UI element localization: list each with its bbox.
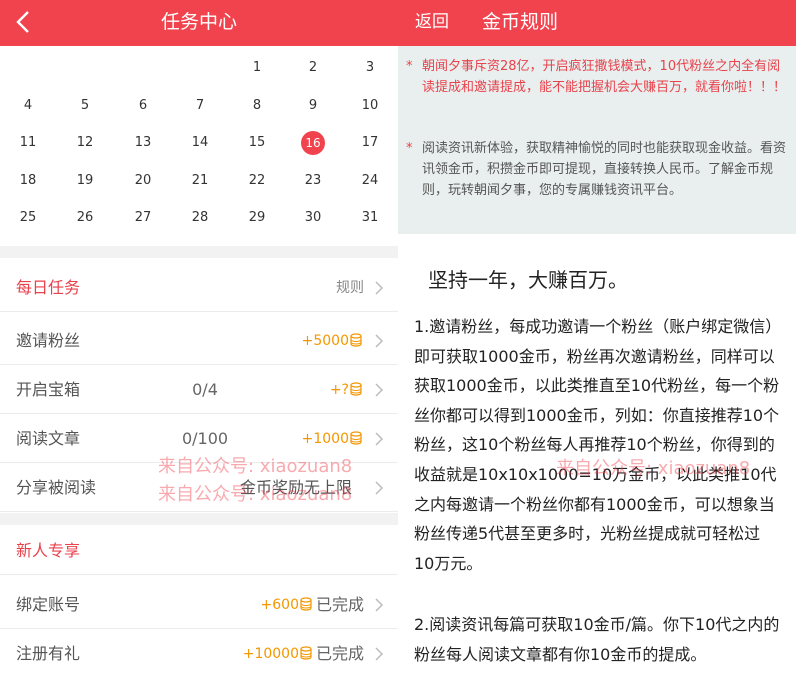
notice-text: 朝闻夕事斥资28亿，开启疯狂撒钱模式，10代粉丝之内全有阅读提成和邀请提成，能不… (422, 59, 787, 95)
calendar-day: 3 (365, 60, 375, 75)
calendar-day: 9 (308, 98, 318, 113)
chevron-right-icon (375, 334, 384, 348)
task-status: 已完成 (315, 644, 364, 663)
coin-stack-icon (350, 431, 362, 445)
calendar-day: 6 (138, 98, 148, 113)
chevron-right-icon (375, 281, 384, 295)
calendar-day: 18 (19, 173, 37, 188)
task-name: 绑定账号 (16, 595, 81, 614)
calendar-day: 7 (195, 98, 205, 113)
calendar-day-today: 16 (295, 130, 331, 156)
rule-paragraph: 2.阅读资讯每篇可获取10金币/篇。你下10代之内的粉丝每人阅读文章都有你10金… (414, 615, 780, 664)
calendar-day: 31 (361, 210, 379, 225)
newbie-tasks-header: 新人专享 (0, 527, 398, 575)
article-title: 坚持一年，大赚百万。 (428, 268, 628, 292)
notice-box: * 朝闻夕事斥资28亿，开启疯狂撒钱模式，10代粉丝之内全有阅读提成和邀请提成，… (398, 46, 796, 234)
task-row-open-chest[interactable]: 开启宝箱 0/4 +? (0, 366, 398, 414)
calendar-day: 20 (134, 173, 152, 188)
coin-rules-panel: 返回 金币规则 * 朝闻夕事斥资28亿，开启疯狂撒钱模式，10代粉丝之内全有阅读… (398, 0, 796, 676)
notice-bullet: * (406, 141, 413, 156)
rule-paragraph: 1.邀请粉丝，每成功邀请一个粉丝（账户绑定微信）即可获取1000金币，粉丝再次邀… (414, 317, 780, 573)
calendar-day: 27 (134, 210, 152, 225)
calendar-day: 25 (19, 210, 37, 225)
calendar-day: 17 (361, 135, 379, 150)
calendar-day: 15 (248, 135, 266, 150)
daily-tasks-header: 每日任务 规则 (0, 264, 398, 312)
calendar-day: 13 (134, 135, 152, 150)
calendar-day: 1 (252, 60, 262, 75)
daily-tasks-title: 每日任务 (16, 278, 81, 297)
newbie-tasks-title: 新人专享 (16, 541, 81, 560)
calendar-day: 14 (191, 135, 209, 150)
calendar-day: 26 (76, 210, 94, 225)
task-name: 阅读文章 (16, 429, 81, 448)
task-reward: +? (330, 366, 362, 414)
calendar-day: 23 (304, 173, 322, 188)
chevron-right-icon (375, 481, 384, 495)
calendar-day: 10 (361, 98, 379, 113)
task-progress: 0/4 (192, 380, 218, 399)
watermark: 来自公众号: xiaozuan8 (158, 484, 353, 505)
calendar-day: 19 (76, 173, 94, 188)
task-status: 已完成 (315, 595, 364, 614)
sign-in-calendar: 1 2 3 4 5 6 7 8 9 10 11 12 13 14 15 16 17 18 19 20 21 22 23 24 2… (0, 48, 398, 244)
calendar-day: 24 (361, 173, 379, 188)
chevron-right-icon (375, 383, 384, 397)
calendar-day: 12 (76, 135, 94, 150)
section-divider (0, 513, 398, 525)
calendar-day: 2 (308, 60, 318, 75)
calendar-day: 30 (304, 210, 322, 225)
task-reward: +5000 (302, 317, 362, 365)
back-button[interactable]: 返回 (415, 0, 449, 44)
task-name: 分享被阅读 (16, 478, 97, 497)
task-row-invite-fans[interactable]: 邀请粉丝 +5000 (0, 317, 398, 365)
task-row-bind-account[interactable]: 绑定账号 +600 已完成 (0, 581, 398, 629)
calendar-day: 8 (252, 98, 262, 113)
task-name: 邀请粉丝 (16, 331, 81, 350)
calendar-day: 11 (19, 135, 37, 150)
task-name: 注册有礼 (16, 644, 81, 663)
calendar-day: 22 (248, 173, 266, 188)
task-name: 开启宝箱 (16, 380, 81, 399)
chevron-right-icon (375, 432, 384, 446)
coin-stack-icon (300, 597, 312, 611)
coin-stack-icon (300, 646, 312, 660)
page-title: 任务中心 (160, 11, 237, 33)
task-center-panel: 任务中心 1 2 3 4 5 6 7 8 9 10 11 12 13 14 15 16 17 18 19 20 21 22… (0, 0, 398, 676)
section-divider (0, 246, 398, 258)
notice-bullet: * (406, 59, 413, 74)
task-center-header: 任务中心 (0, 0, 398, 46)
calendar-day: 5 (80, 98, 90, 113)
calendar-day: 4 (23, 98, 33, 113)
watermark: 来自公众号: xiaozuan8 (158, 456, 353, 477)
coin-stack-icon (350, 333, 362, 347)
page-title: 金币规则 (482, 11, 559, 33)
coin-stack-icon (350, 382, 362, 396)
task-reward: +10000 (243, 630, 312, 676)
today-marker: 16 (301, 131, 325, 155)
notice-text: 阅读资讯新体验，获取精神愉悦的同时也能获取现金收益。看资讯领金币，积攒金币即可提… (422, 141, 787, 198)
task-row-register-gift[interactable]: 注册有礼 +10000 已完成 (0, 630, 398, 676)
chevron-right-icon (375, 647, 384, 661)
task-reward: +600 (261, 581, 312, 629)
calendar-day: 29 (248, 210, 266, 225)
calendar-day: 28 (191, 210, 209, 225)
coin-rules-header: 返回 金币规则 (398, 0, 796, 46)
calendar-day: 21 (191, 173, 209, 188)
chevron-right-icon (375, 598, 384, 612)
rules-link[interactable]: 规则 (336, 264, 364, 312)
watermark: 来自公众号: xiaozuan8 (556, 458, 751, 479)
